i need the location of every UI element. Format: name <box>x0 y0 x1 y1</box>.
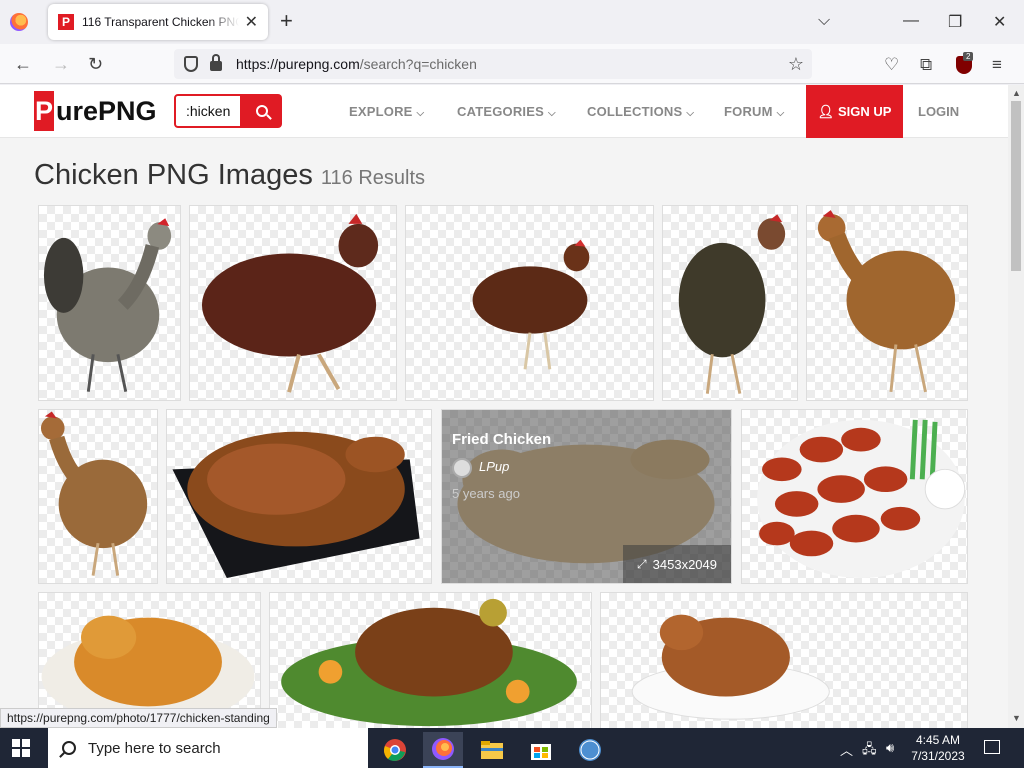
tab-close-icon[interactable]: ✕ <box>245 12 258 32</box>
chevron-down-icon: ⌵ <box>686 108 695 119</box>
windows-taskbar: Type here to search ︿ 🖧︎ 🔊︎ 4:45 AM 7/31… <box>0 728 1024 768</box>
web-page: PurePNG :hicken EXPLORE ⌵ CATEGORIES ⌵ COL… <box>0 85 1008 728</box>
window-close-icon[interactable]: ✕ <box>993 12 1006 32</box>
notification-center-icon[interactable] <box>984 740 1000 754</box>
navigation-toolbar: ← → ↻ https://purepng.com/search?q=chick… <box>0 44 1024 84</box>
page-scrollbar[interactable]: ▲ ▼ <box>1008 85 1024 728</box>
tab-title: 116 Transparent Chicken PNG Images <box>82 15 239 29</box>
purepng-logo[interactable]: PurePNG <box>34 91 157 131</box>
tracking-protection-shield-icon[interactable] <box>184 56 198 72</box>
chicken-wings-thumbnail[interactable] <box>741 409 968 584</box>
menu-collections[interactable]: COLLECTIONS ⌵ <box>587 104 694 119</box>
site-search-input[interactable]: :hicken <box>174 94 242 128</box>
chicken-thumbnail-2[interactable] <box>189 205 397 401</box>
chicken-thumbnail-6[interactable] <box>38 409 158 584</box>
search-icon <box>256 105 268 117</box>
bookmark-star-icon[interactable]: ☆ <box>788 54 804 75</box>
link-status-url: https://purepng.com/photo/1777/chicken-s… <box>0 708 277 728</box>
chicken-thumbnail-4[interactable] <box>662 205 798 401</box>
back-arrow-icon[interactable]: ← <box>14 54 32 75</box>
firefox-icon[interactable] <box>423 732 463 768</box>
roast-chicken-platter-thumbnail[interactable] <box>600 592 968 728</box>
results-count: 116 Results <box>320 167 426 189</box>
lock-icon[interactable] <box>210 54 222 71</box>
forward-arrow-icon[interactable]: → <box>52 54 70 75</box>
extensions-puzzle-icon[interactable]: ⧉ <box>920 55 932 75</box>
scroll-down-arrow-icon[interactable]: ▼ <box>1012 713 1021 723</box>
page-title: Chicken PNG Images 116 Results <box>34 159 426 191</box>
taskbar-search-box[interactable]: Type here to search <box>48 728 368 768</box>
image-title[interactable]: Fried Chicken <box>452 431 551 448</box>
new-tab-plus-icon[interactable]: + <box>280 10 293 32</box>
extension-badge: 2 <box>963 52 974 61</box>
chrome-icon[interactable] <box>375 732 415 768</box>
taskbar-clock[interactable]: 4:45 AM 7/31/2023 <box>908 732 968 764</box>
upload-time: 5 years ago <box>452 486 520 501</box>
image-dimensions: ⤢ 3453x2049 <box>623 545 731 583</box>
firefox-menu-icon[interactable] <box>10 13 28 31</box>
list-all-tabs-chevron-icon[interactable]: ⌵ <box>818 12 830 30</box>
roast-chicken-thumbnail[interactable] <box>166 409 432 584</box>
minimize-icon[interactable]: — <box>903 12 919 30</box>
purepng-favicon-icon: P <box>58 14 74 30</box>
sign-up-button[interactable]: 👤︎ SIGN UP <box>806 85 903 138</box>
file-explorer-icon[interactable] <box>472 732 512 768</box>
url-bar[interactable]: https://purepng.com/search?q=chicken ☆ <box>174 49 812 79</box>
menu-categories[interactable]: CATEGORIES ⌵ <box>457 104 556 119</box>
site-header: PurePNG :hicken EXPLORE ⌵ CATEGORIES ⌵ COL… <box>0 85 1008 138</box>
scroll-up-arrow-icon[interactable]: ▲ <box>1012 88 1021 98</box>
network-icon[interactable]: 🖧︎ <box>862 740 877 762</box>
menu-explore[interactable]: EXPLORE ⌵ <box>349 104 424 119</box>
expand-icon: ⤢ <box>637 556 647 571</box>
scrollbar-thumb[interactable] <box>1011 101 1021 271</box>
windows-start-icon[interactable] <box>12 739 30 757</box>
volume-icon[interactable]: 🔊︎ <box>886 740 894 756</box>
chicken-thumbnail-5[interactable] <box>806 205 968 401</box>
fried-chicken-thumbnail-hovered[interactable]: Fried Chicken LPup 5 years ago ⤢ 3453x204… <box>441 409 732 584</box>
uploader-name[interactable]: LPup <box>479 459 509 474</box>
user-icon: 👤︎ <box>817 103 835 119</box>
menu-forum[interactable]: FORUM ⌵ <box>724 104 784 119</box>
store-icon[interactable] <box>521 732 561 768</box>
login-link[interactable]: LOGIN <box>918 104 959 119</box>
chicken-thumbnail-3[interactable] <box>405 205 654 401</box>
pocket-icon[interactable]: ♡ <box>884 55 899 75</box>
restore-icon[interactable]: ❐ <box>948 12 962 32</box>
qbittorrent-icon[interactable] <box>570 732 610 768</box>
roast-turkey-thumbnail[interactable] <box>269 592 592 728</box>
url-text[interactable]: https://purepng.com/search?q=chicken <box>236 56 477 72</box>
chicken-thumbnail-1[interactable] <box>38 205 181 401</box>
chevron-down-icon: ⌵ <box>416 108 425 119</box>
tab-bar: P 116 Transparent Chicken PNG Images ✕ +… <box>0 0 1024 44</box>
show-hidden-icons-chevron-icon[interactable]: ︿ <box>840 740 853 759</box>
site-search-button[interactable] <box>242 94 282 128</box>
chevron-down-icon: ⌵ <box>548 108 556 119</box>
hamburger-menu-icon[interactable]: ≡ <box>992 55 1002 75</box>
user-avatar[interactable] <box>452 458 472 478</box>
browser-tab-active[interactable]: P 116 Transparent Chicken PNG Images ✕ <box>48 4 268 40</box>
reload-icon[interactable]: ↻ <box>88 54 103 75</box>
chevron-down-icon: ⌵ <box>776 108 785 119</box>
search-icon <box>62 741 76 755</box>
